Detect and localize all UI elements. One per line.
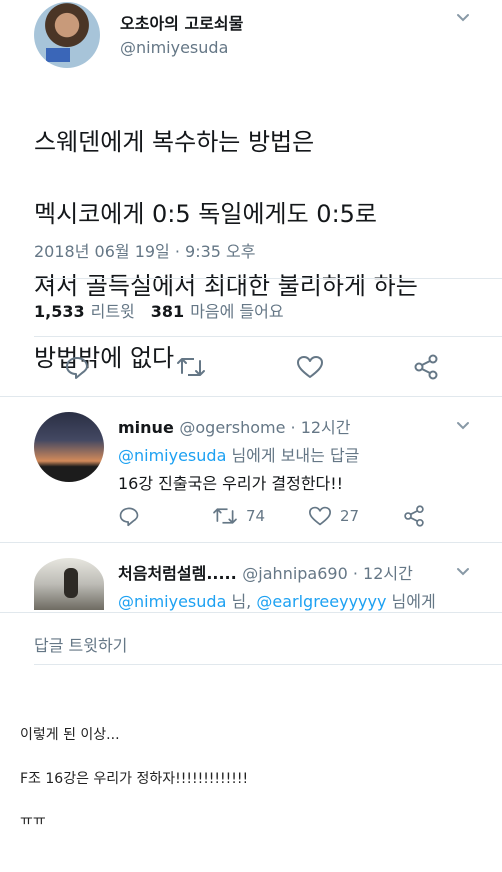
author-name[interactable]: 오초아의 고로쇠물 [120,10,243,34]
share-icon [404,505,424,527]
reply-icon [66,357,88,379]
like-count[interactable]: 381 [151,302,184,321]
reply-author-handle[interactable]: @jahnipa690 · 12시간 [242,564,413,583]
reply-text: 16강 진출국은 우리가 결정한다!! [118,474,344,493]
chevron-down-icon[interactable] [455,10,471,26]
reply-button[interactable] [118,505,140,527]
post-text-line: 이렇게 된 이상... [20,727,120,743]
retweet-icon [213,508,237,524]
reply-avatar[interactable] [34,412,104,482]
chevron-down-icon[interactable] [455,564,471,580]
heart-icon [308,506,331,526]
reply-button[interactable] [64,354,90,380]
share-icon [414,354,438,380]
reply-context: @nimiyesuda 님에게 보내는 답글 [118,442,359,466]
divider [34,664,502,665]
person-graphic [64,568,78,598]
retweet-count: 74 [246,507,266,525]
reply-context-suffix: 님에게 [386,592,436,611]
reply-context: @nimiyesuda 님, @earlgreeyyyyy 님에게 [118,588,436,612]
reply-tweet-button[interactable]: 답글 트윗하기 [34,632,127,656]
divider [34,336,502,337]
retweet-button[interactable]: 74 [212,505,265,527]
tweet-timestamp[interactable]: 2018년 06월 19일 · 9:35 오후 [34,238,255,262]
reply-icon [119,507,139,527]
author-avatar[interactable] [34,2,100,68]
share-button[interactable] [402,505,426,527]
reply-mention[interactable]: @nimiyesuda [118,592,226,611]
post-text-line: F조 16강은 우리가 정하자!!!!!!!!!!!!! [20,771,249,787]
flag-graphic [46,48,70,62]
retweet-icon [177,358,205,376]
tweet-text-line: 스웨덴에게 복수하는 방법은 [34,128,315,156]
heart-icon [297,356,323,378]
chevron-down-icon[interactable] [455,418,471,434]
like-label[interactable]: 마음에 들어요 [190,302,283,321]
reply-author[interactable]: minue @ogershome · 12시간 [118,414,351,438]
tweet-card: 오초아의 고로쇠물 @nimiyesuda 스웨덴에게 복수하는 방법은 멕시코… [0,0,502,688]
tweet-stats: 1,533 리트윗 381 마음에 들어요 [34,298,284,322]
like-button[interactable]: 27 [308,505,359,527]
share-button[interactable] [412,354,440,380]
author-handle[interactable]: @nimiyesuda [120,38,228,57]
retweet-button[interactable] [176,354,206,380]
divider [0,542,502,543]
reply-author-name[interactable]: minue [118,418,174,437]
retweet-count[interactable]: 1,533 [34,302,85,321]
reply-context-suffix: 님에게 보내는 답글 [226,446,360,465]
reply-author-handle[interactable]: @ogershome · 12시간 [179,418,350,437]
reply-mention[interactable]: @earlgreeyyyyy [256,592,386,611]
reply-author[interactable]: 처음처럼설렘..... @jahnipa690 · 12시간 [118,560,413,584]
reply-author-name[interactable]: 처음처럼설렘..... [118,564,237,583]
divider [0,396,502,397]
like-button[interactable] [296,354,324,380]
divider [34,278,502,279]
tweet-text-line: 멕시코에게 0:5 독일에게도 0:5로 [34,200,378,228]
reply-context-separator: 님, [226,592,257,611]
divider [0,612,502,613]
like-count: 27 [340,507,360,525]
reply-mention[interactable]: @nimiyesuda [118,446,226,465]
post-text-line: ㅠㅠ [20,813,46,829]
retweet-label[interactable]: 리트윗 [91,302,135,321]
reply-avatar[interactable] [34,558,104,610]
